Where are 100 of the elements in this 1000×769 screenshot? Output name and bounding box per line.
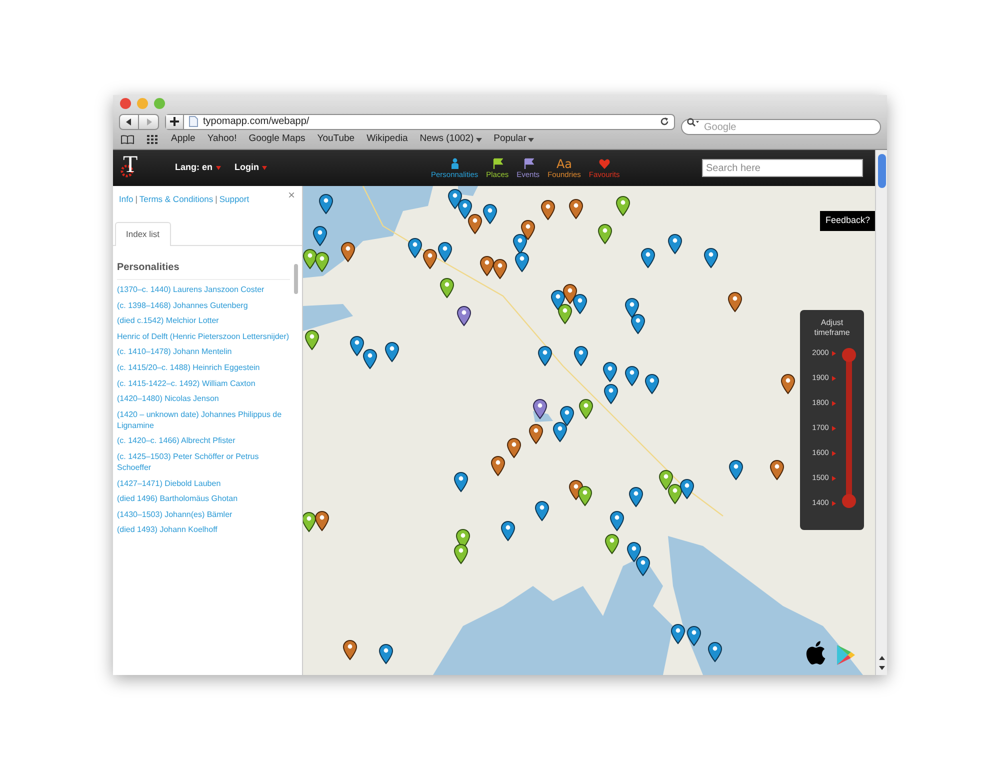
- map-pin-icon[interactable]: [687, 626, 701, 646]
- map-pin-icon[interactable]: [680, 479, 694, 499]
- map-pin-icon[interactable]: [385, 342, 399, 362]
- bookmark-link[interactable]: Google Maps: [248, 132, 306, 147]
- map-pin-icon[interactable]: [616, 196, 630, 216]
- map-pin-icon[interactable]: [668, 234, 682, 254]
- typomapp-logo[interactable]: T: [119, 154, 147, 182]
- map-pin-icon[interactable]: [553, 422, 567, 442]
- personality-link[interactable]: (c. 1425–1503) Peter Schöffer or Petrus Schoeffer: [117, 448, 290, 476]
- map-pin-icon[interactable]: [604, 384, 618, 404]
- personality-link[interactable]: (c. 1420–c. 1466) Albrecht Pfister: [117, 433, 290, 449]
- personality-link[interactable]: (1420 – unknown date) Johannes Philippus de Lignamine: [117, 406, 290, 434]
- map-pin-icon[interactable]: [457, 306, 471, 326]
- map-pin-icon[interactable]: [538, 346, 552, 366]
- map-pin-icon[interactable]: [551, 290, 565, 310]
- page-scrollbar[interactable]: [875, 150, 887, 675]
- personality-link[interactable]: (1420–1480) Nicolas Jenson: [117, 390, 290, 406]
- map-pin-icon[interactable]: [493, 259, 507, 279]
- map-pin-icon[interactable]: [315, 511, 329, 531]
- footer-link[interactable]: Info: [119, 193, 134, 206]
- map-pin-icon[interactable]: [641, 248, 655, 268]
- reload-icon[interactable]: [660, 117, 669, 126]
- header-menu[interactable]: Lang: en: [175, 161, 220, 175]
- header-menu[interactable]: Login: [234, 161, 267, 175]
- map-pin-icon[interactable]: [480, 256, 494, 276]
- map-pin-icon[interactable]: [631, 314, 645, 334]
- map-pin-icon[interactable]: [645, 374, 659, 394]
- apple-icon[interactable]: [805, 641, 826, 665]
- footer-link[interactable]: Support: [219, 193, 250, 206]
- map-pin-icon[interactable]: [560, 406, 574, 426]
- map-pin-icon[interactable]: [629, 487, 643, 507]
- map-pin-icon[interactable]: [438, 242, 452, 262]
- scrollbar-thumb[interactable]: [294, 264, 298, 294]
- map-pin-icon[interactable]: [468, 214, 482, 234]
- map-pin-icon[interactable]: [454, 544, 468, 564]
- bookmark-link[interactable]: Apple: [171, 132, 196, 147]
- bookmark-link[interactable]: Wikipedia: [366, 132, 408, 147]
- map-pin-icon[interactable]: [533, 399, 547, 419]
- map-pin-icon[interactable]: [541, 200, 555, 220]
- map-pin-icon[interactable]: [513, 234, 527, 254]
- map-pin-icon[interactable]: [315, 252, 329, 272]
- personality-link[interactable]: Henric of Delft (Henric Pieterszoon Lettersnijder): [117, 328, 290, 344]
- personality-link[interactable]: (died 1493) Johann Koelhoff: [117, 522, 290, 538]
- scroll-up-icon[interactable]: [878, 655, 886, 661]
- bookmark-link[interactable]: YouTube: [317, 132, 355, 147]
- personality-link[interactable]: (c. 1398–1468) Johannes Gutenberg: [117, 297, 290, 313]
- map-pin-icon[interactable]: [423, 249, 437, 269]
- map-pin-icon[interactable]: [563, 284, 577, 304]
- map-pin-icon[interactable]: [610, 511, 624, 531]
- map-pin-icon[interactable]: [448, 189, 462, 209]
- scrollbar-thumb[interactable]: [878, 154, 886, 188]
- map-pin-icon[interactable]: [578, 486, 592, 506]
- map-pin-icon[interactable]: [313, 226, 327, 246]
- personality-link[interactable]: (1427–1471) Diebold Lauben: [117, 475, 290, 491]
- map-pin-icon[interactable]: [379, 644, 393, 664]
- personality-link[interactable]: (1370–c. 1440) Laurens Janszoon Coster: [117, 282, 290, 298]
- map-pin-icon[interactable]: [501, 521, 515, 541]
- map-pin-icon[interactable]: [603, 362, 617, 382]
- map-pin-icon[interactable]: [343, 640, 357, 660]
- personality-link[interactable]: (died c.1542) Melchior Lotter: [117, 312, 290, 329]
- grid-icon[interactable]: [147, 135, 158, 144]
- bookmark-link[interactable]: Yahoo!: [207, 132, 237, 147]
- map-pin-icon[interactable]: [458, 199, 472, 219]
- map-pin-icon[interactable]: [569, 199, 583, 219]
- map-pin-icon[interactable]: [605, 534, 619, 554]
- map-pin-icon[interactable]: [579, 399, 593, 419]
- map-pin-icon[interactable]: [729, 460, 743, 480]
- map-pin-icon[interactable]: [491, 456, 505, 476]
- add-bookmark-icon[interactable]: [166, 114, 184, 128]
- scroll-down-icon[interactable]: [878, 665, 886, 671]
- map-pin-icon[interactable]: [408, 238, 422, 258]
- footer-link[interactable]: Terms & Conditions: [139, 193, 214, 206]
- map-pin-icon[interactable]: [350, 336, 364, 356]
- personality-link[interactable]: (c. 1410–1478) Johann Mentelin: [117, 344, 290, 360]
- map-pin-icon[interactable]: [659, 470, 673, 490]
- map-pin-icon[interactable]: [319, 194, 333, 214]
- range-handle[interactable]: [842, 494, 856, 508]
- bookmark-menu[interactable]: Popular: [494, 132, 534, 147]
- map-pin-icon[interactable]: [303, 249, 317, 269]
- close-button[interactable]: ×: [288, 189, 295, 201]
- map-pin-icon[interactable]: [573, 294, 587, 314]
- feedback-button[interactable]: Feedback?: [820, 211, 875, 230]
- map-pin-icon[interactable]: [529, 424, 543, 444]
- map-pin-icon[interactable]: [728, 292, 742, 312]
- map-pin-icon[interactable]: [704, 248, 718, 268]
- map-pin-icon[interactable]: [598, 224, 612, 244]
- map-pin-icon[interactable]: [507, 438, 521, 458]
- range-handle[interactable]: [842, 348, 856, 362]
- map-pin-icon[interactable]: [483, 204, 497, 224]
- play-store-icon[interactable]: [836, 644, 856, 666]
- map-pin-icon[interactable]: [625, 366, 639, 386]
- map-pin-icon[interactable]: [781, 374, 795, 394]
- back-button[interactable]: [119, 114, 139, 130]
- map-pin-icon[interactable]: [636, 556, 650, 576]
- bookmark-menu[interactable]: News (1002): [420, 132, 482, 147]
- index-list-tab[interactable]: Index list: [115, 222, 171, 246]
- map-pin-icon[interactable]: [671, 624, 685, 644]
- map-pin-icon[interactable]: [668, 484, 682, 504]
- map-pin-icon[interactable]: [341, 242, 355, 262]
- search-field[interactable]: Google: [681, 119, 881, 135]
